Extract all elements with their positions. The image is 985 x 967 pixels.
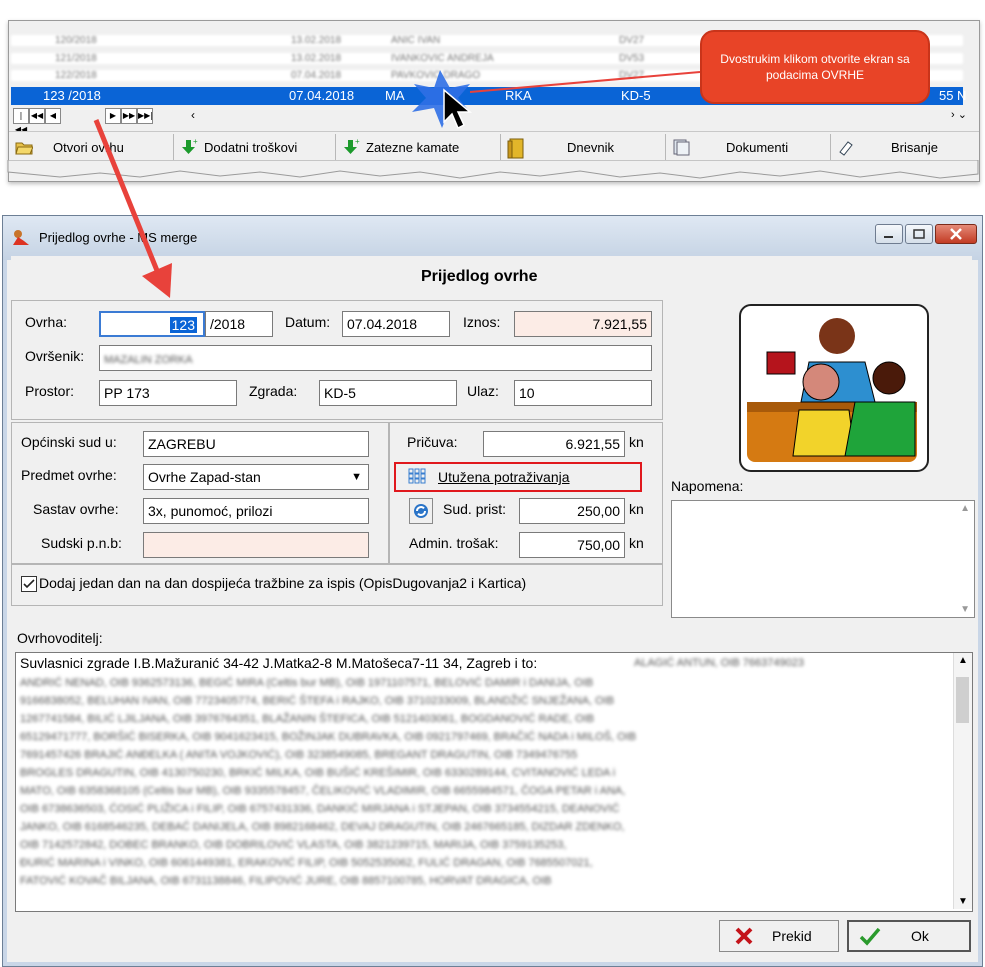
callout-pointer (469, 71, 701, 93)
annotation-overlay (93, 70, 701, 298)
red-arrow (93, 119, 172, 298)
